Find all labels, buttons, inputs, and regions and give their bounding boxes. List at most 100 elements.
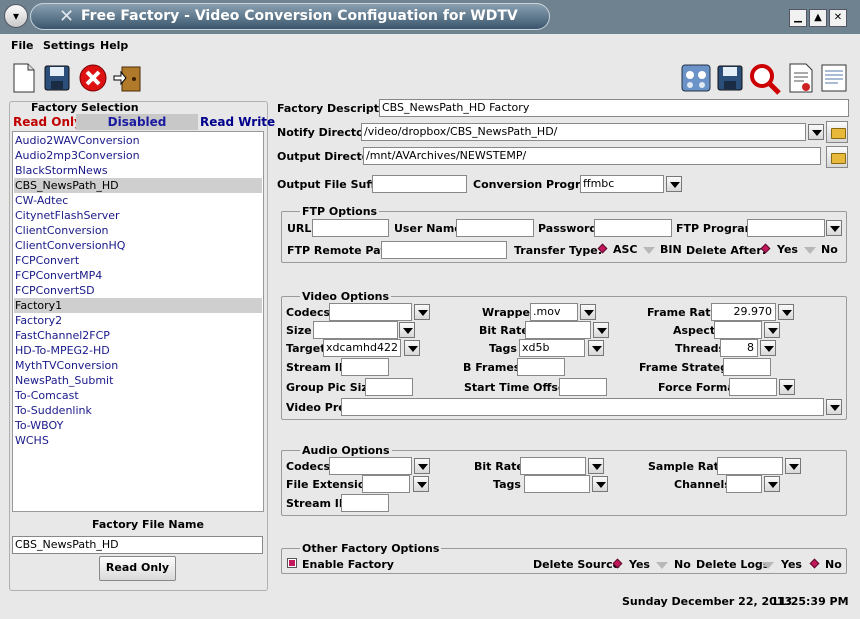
target-field[interactable]: xdcamhd422 — [323, 339, 401, 357]
notes-icon[interactable] — [820, 63, 848, 93]
output-file-suffix-field[interactable] — [372, 175, 467, 193]
delete-source-no-radio[interactable] — [656, 562, 668, 569]
factory-list-item[interactable]: Factory2 — [14, 313, 262, 328]
channels-dropdown[interactable] — [764, 476, 780, 492]
enable-factory-checkbox[interactable] — [287, 558, 297, 568]
factory-list-item[interactable]: NewsPath_Submit — [14, 373, 262, 388]
output-folder-icon[interactable] — [826, 146, 848, 168]
maximize-button[interactable]: ▲ — [809, 9, 827, 27]
video-bit-rate-field[interactable] — [525, 321, 591, 339]
save-settings-icon[interactable] — [716, 63, 744, 93]
ftp-program-field[interactable] — [747, 219, 825, 237]
factory-list-item[interactable]: MythTVConversion — [14, 358, 262, 373]
minimize-button[interactable]: ▁ — [789, 9, 807, 27]
factory-list-item[interactable]: BlackStormNews — [14, 163, 262, 178]
force-format-dropdown[interactable] — [779, 379, 795, 395]
frame-rate-dropdown[interactable] — [778, 304, 794, 320]
video-tags-field[interactable]: xd5b — [519, 339, 585, 357]
new-file-icon[interactable] — [12, 63, 40, 93]
frame-strategy-field[interactable] — [723, 358, 771, 376]
read-only-button[interactable]: Read Only — [99, 556, 176, 581]
factory-list-item[interactable]: HD-To-MPEG2-HD — [14, 343, 262, 358]
video-pre-dropdown[interactable] — [826, 399, 842, 415]
window-title-pill[interactable]: ✕ Free Factory - Video Conversion Config… — [30, 3, 550, 30]
b-frames-field[interactable] — [517, 358, 565, 376]
search-icon[interactable] — [749, 63, 781, 95]
document-icon[interactable] — [787, 63, 815, 93]
video-size-field[interactable] — [313, 321, 398, 339]
threads-field[interactable]: 8 — [720, 339, 758, 357]
factory-list-item[interactable]: Factory1 — [14, 298, 262, 313]
delete-icon[interactable] — [78, 63, 107, 93]
exit-icon[interactable] — [112, 63, 141, 93]
conversion-program-field[interactable]: ffmbc — [580, 175, 664, 193]
video-bit-rate-dropdown[interactable] — [593, 322, 609, 338]
factory-list-item[interactable]: FastChannel2FCP — [14, 328, 262, 343]
video-codecs-dropdown[interactable] — [414, 304, 430, 320]
factory-list-item[interactable]: FCPConvertMP4 — [14, 268, 262, 283]
delete-logs-yes-radio[interactable] — [762, 562, 774, 569]
factory-description-field[interactable]: CBS_NewsPath_HD Factory — [379, 99, 849, 117]
window-menu-button[interactable]: ▾ — [4, 4, 28, 28]
network-icon[interactable] — [680, 63, 711, 93]
close-window-button[interactable]: ✕ — [829, 9, 847, 27]
file-extension-field[interactable] — [362, 475, 410, 493]
frame-rate-field[interactable]: 29.970 — [711, 303, 776, 321]
video-pre-field[interactable] — [341, 398, 824, 416]
channels-field[interactable] — [726, 475, 762, 493]
factory-list-item[interactable]: To-Comcast — [14, 388, 262, 403]
force-format-field[interactable] — [729, 378, 777, 396]
audio-codecs-dropdown[interactable] — [414, 458, 430, 474]
audio-codecs-field[interactable] — [329, 457, 412, 475]
ftp-remote-path-field[interactable] — [381, 241, 507, 259]
audio-bit-rate-field[interactable] — [520, 457, 586, 475]
aspect-field[interactable] — [714, 321, 762, 339]
threads-dropdown[interactable] — [760, 340, 776, 356]
factory-file-name-field[interactable]: CBS_NewsPath_HD — [12, 536, 263, 554]
factory-list-item[interactable]: CBS_NewsPath_HD — [14, 178, 262, 193]
video-size-dropdown[interactable] — [399, 322, 415, 338]
notify-directory-field[interactable]: /video/dropbox/CBS_NewsPath_HD/ — [361, 123, 806, 141]
video-codecs-field[interactable] — [329, 303, 412, 321]
sample-rate-field[interactable] — [717, 457, 783, 475]
factory-list-item[interactable]: To-Suddenlink — [14, 403, 262, 418]
factory-list-item[interactable]: ClientConversion — [14, 223, 262, 238]
factory-list-item[interactable]: WCHS — [14, 433, 262, 448]
audio-tags-dropdown[interactable] — [592, 476, 608, 492]
menu-settings[interactable]: Settings — [43, 39, 95, 52]
factory-list-item[interactable]: CitynetFlashServer — [14, 208, 262, 223]
menu-file[interactable]: File — [11, 39, 34, 52]
save-icon[interactable] — [43, 63, 71, 93]
notify-folder-icon[interactable] — [826, 121, 848, 143]
audio-tags-field[interactable] — [524, 475, 590, 493]
wrapper-field[interactable]: .mov — [530, 303, 578, 321]
factory-list-item[interactable]: FCPConvertSD — [14, 283, 262, 298]
menu-help[interactable]: Help — [100, 39, 128, 52]
output-directory-field[interactable]: /mnt/AVArchives/NEWSTEMP/ — [363, 147, 821, 165]
aspect-dropdown[interactable] — [764, 322, 780, 338]
file-extension-dropdown[interactable] — [413, 476, 429, 492]
video-stream-id-field[interactable] — [341, 358, 389, 376]
sample-rate-dropdown[interactable] — [785, 458, 801, 474]
factory-list-item[interactable]: Audio2mp3Conversion — [14, 148, 262, 163]
factory-list-item[interactable]: ClientConversionHQ — [14, 238, 262, 253]
factory-list-item[interactable]: FCPConvert — [14, 253, 262, 268]
factory-list-item[interactable]: CW-Adtec — [14, 193, 262, 208]
ftp-url-field[interactable] — [312, 219, 389, 237]
delete-after-no-radio[interactable] — [804, 247, 816, 254]
ftp-program-dropdown[interactable] — [826, 220, 842, 236]
group-pic-size-field[interactable] — [365, 378, 413, 396]
audio-stream-id-field[interactable] — [341, 494, 389, 512]
video-tags-dropdown[interactable] — [588, 340, 604, 356]
target-dropdown[interactable] — [404, 340, 420, 356]
factory-list-item[interactable]: Audio2WAVConversion — [14, 133, 262, 148]
audio-bit-rate-dropdown[interactable] — [588, 458, 604, 474]
transfer-bin-radio[interactable] — [643, 247, 655, 254]
wrapper-dropdown[interactable] — [580, 304, 596, 320]
ftp-password-field[interactable] — [594, 219, 672, 237]
ftp-user-name-field[interactable] — [456, 219, 534, 237]
conversion-program-dropdown[interactable] — [666, 176, 682, 192]
factory-list-item[interactable]: To-WBOY — [14, 418, 262, 433]
notify-directory-dropdown[interactable] — [808, 124, 824, 140]
start-time-offset-field[interactable] — [559, 378, 607, 396]
